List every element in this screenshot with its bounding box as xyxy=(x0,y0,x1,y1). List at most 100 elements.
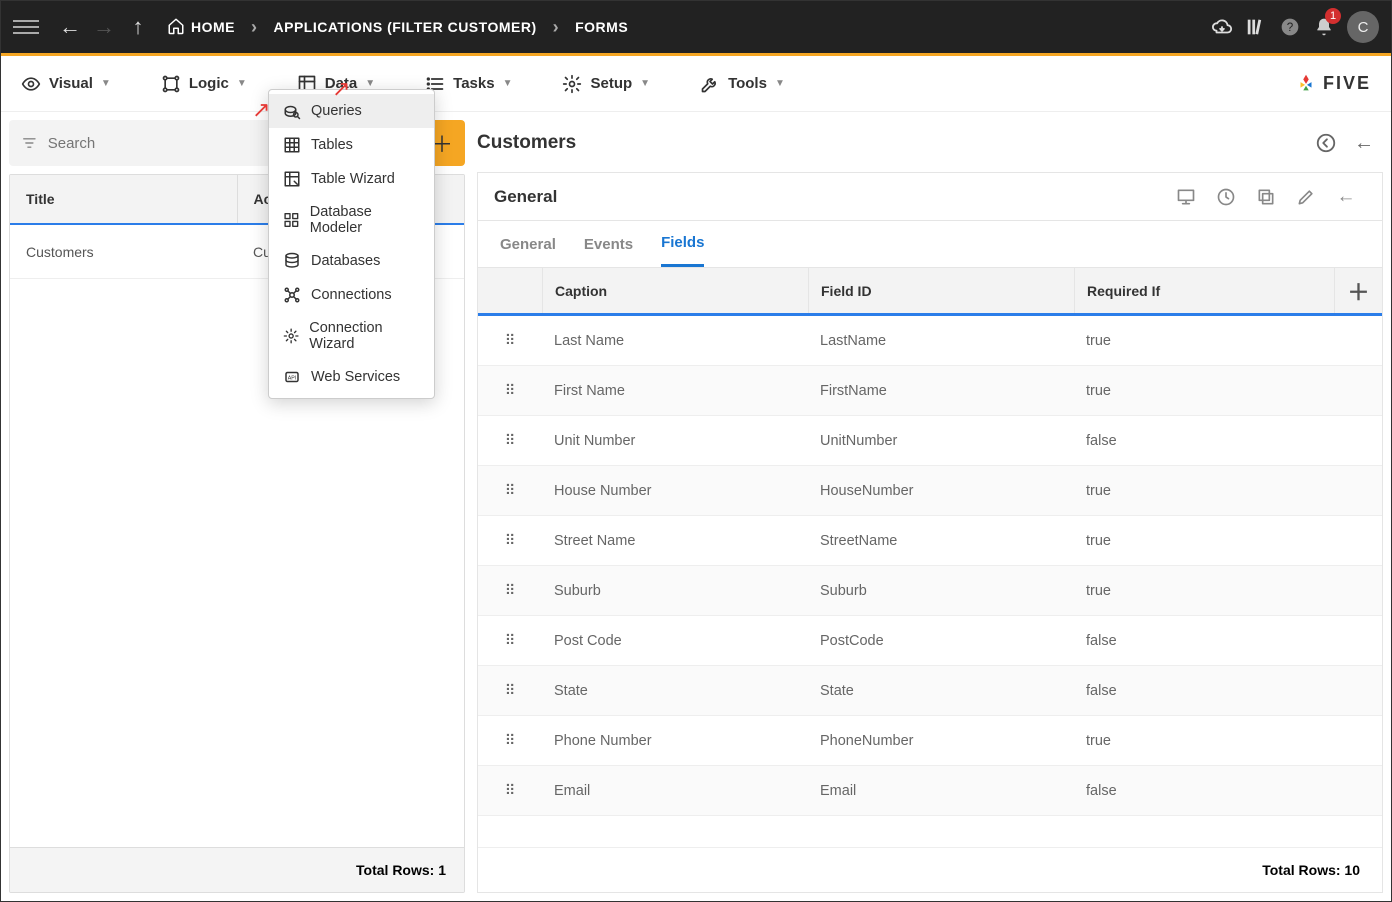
drag-handle-icon[interactable]: ⠿ xyxy=(478,733,542,749)
cloud-icon[interactable] xyxy=(1205,10,1239,44)
table-row[interactable]: ⠿House NumberHouseNumbertrue xyxy=(478,466,1382,516)
cell-required: false xyxy=(1074,433,1334,449)
help-icon[interactable]: ? xyxy=(1273,10,1307,44)
crumb-home[interactable]: HOME xyxy=(191,19,235,35)
avatar[interactable]: C xyxy=(1347,11,1379,43)
tab-fields[interactable]: Fields xyxy=(661,221,704,267)
tab-general[interactable]: General xyxy=(500,221,556,267)
copy-icon[interactable] xyxy=(1246,177,1286,217)
dropdown-database-modeler[interactable]: Database Modeler xyxy=(269,196,434,244)
cell-caption: State xyxy=(542,683,808,699)
back-arrow-icon[interactable]: ← xyxy=(1345,124,1383,162)
table-row[interactable]: ⠿StateStatefalse xyxy=(478,666,1382,716)
home-icon[interactable] xyxy=(167,17,185,38)
tabs: General Events Fields xyxy=(477,220,1383,267)
cell-required: true xyxy=(1074,483,1334,499)
cell-required: true xyxy=(1074,583,1334,599)
cell-required: false xyxy=(1074,783,1334,799)
section-title: General xyxy=(494,187,557,207)
col-fieldid[interactable]: Field ID xyxy=(808,268,1074,313)
hamburger-icon[interactable] xyxy=(13,14,39,40)
notification-badge: 1 xyxy=(1325,8,1341,24)
drag-handle-icon[interactable]: ⠿ xyxy=(478,533,542,549)
menu-label: Setup xyxy=(590,75,632,92)
chevron-right-icon: › xyxy=(251,17,258,38)
drag-handle-icon[interactable]: ⠿ xyxy=(478,783,542,799)
col-caption[interactable]: Caption xyxy=(542,268,808,313)
cell-caption: Suburb xyxy=(542,583,808,599)
menu-setup[interactable]: Setup▼ xyxy=(562,74,650,94)
table-row[interactable]: ⠿Phone NumberPhoneNumbertrue xyxy=(478,716,1382,766)
drag-handle-icon[interactable]: ⠿ xyxy=(478,583,542,599)
table-row[interactable]: ⠿SuburbSuburbtrue xyxy=(478,566,1382,616)
menu-logic[interactable]: Logic▼ xyxy=(161,74,247,94)
dropdown-web-services[interactable]: API Web Services xyxy=(269,360,434,394)
back-button[interactable]: ← xyxy=(53,14,87,40)
chevron-right-icon: › xyxy=(553,17,560,38)
dropdown-connection-wizard[interactable]: Connection Wizard xyxy=(269,312,434,360)
dropdown-tables[interactable]: Tables xyxy=(269,128,434,162)
dropdown-label: Web Services xyxy=(311,369,400,385)
menu-tools[interactable]: Tools▼ xyxy=(700,74,785,94)
cell-fieldid: StreetName xyxy=(808,533,1074,549)
display-icon[interactable] xyxy=(1166,177,1206,217)
crumb-applications[interactable]: APPLICATIONS (FILTER CUSTOMER) xyxy=(274,19,537,35)
dropdown-table-wizard[interactable]: Table Wizard xyxy=(269,162,434,196)
cell-fieldid: State xyxy=(808,683,1074,699)
cell-caption: Post Code xyxy=(542,633,808,649)
drag-handle-icon[interactable]: ⠿ xyxy=(478,633,542,649)
dropdown-label: Databases xyxy=(311,253,380,269)
cell-fieldid: LastName xyxy=(808,333,1074,349)
up-button[interactable]: ↑ xyxy=(121,14,155,40)
dropdown-label: Connection Wizard xyxy=(309,320,420,352)
table-row[interactable]: ⠿Post CodePostCodefalse xyxy=(478,616,1382,666)
library-icon[interactable] xyxy=(1239,10,1273,44)
tab-events[interactable]: Events xyxy=(584,221,633,267)
fields-table: Caption Field ID Required If ＋ ⠿Last Nam… xyxy=(477,267,1383,893)
dropdown-label: Queries xyxy=(311,103,362,119)
menu-visual[interactable]: Visual▼ xyxy=(21,74,111,94)
menu-tasks[interactable]: Tasks▼ xyxy=(425,74,512,94)
drag-handle-icon[interactable]: ⠿ xyxy=(478,433,542,449)
cell-required: true xyxy=(1074,383,1334,399)
drag-handle-icon[interactable]: ⠿ xyxy=(478,683,542,699)
topbar: ← → ↑ HOME › APPLICATIONS (FILTER CUSTOM… xyxy=(1,1,1391,53)
main-area: ＋ Title Action Customers Customers Total… xyxy=(1,112,1391,901)
cell-fieldid: Email xyxy=(808,783,1074,799)
crumb-forms[interactable]: FORMS xyxy=(575,19,628,35)
cell-caption: Phone Number xyxy=(542,733,808,749)
drag-handle-icon[interactable]: ⠿ xyxy=(478,483,542,499)
table-row[interactable]: ⠿Unit NumberUnitNumberfalse xyxy=(478,416,1382,466)
table-row[interactable]: ⠿Last NameLastNametrue xyxy=(478,316,1382,366)
cell-fieldid: FirstName xyxy=(808,383,1074,399)
svg-text:?: ? xyxy=(1287,21,1294,34)
menu-label: Logic xyxy=(189,75,229,92)
cell-required: false xyxy=(1074,633,1334,649)
history-icon[interactable] xyxy=(1206,177,1246,217)
cell-required: false xyxy=(1074,683,1334,699)
menu-label: Tools xyxy=(728,75,767,92)
dropdown-label: Table Wizard xyxy=(311,171,395,187)
back-arrow-icon[interactable]: ← xyxy=(1326,177,1366,217)
cell-caption: Street Name xyxy=(542,533,808,549)
edit-icon[interactable] xyxy=(1286,177,1326,217)
back-circle-icon[interactable] xyxy=(1307,124,1345,162)
dropdown-connections[interactable]: Connections xyxy=(269,278,434,312)
notification-bell-icon[interactable]: 1 xyxy=(1307,10,1341,44)
drag-handle-icon[interactable]: ⠿ xyxy=(478,333,542,349)
right-panel: Customers ← General ← Gener xyxy=(477,120,1383,893)
dropdown-queries[interactable]: Queries xyxy=(269,94,434,128)
drag-handle-icon[interactable]: ⠿ xyxy=(478,383,542,399)
col-title[interactable]: Title xyxy=(10,175,238,223)
dropdown-databases[interactable]: Databases xyxy=(269,244,434,278)
col-required[interactable]: Required If xyxy=(1074,268,1334,313)
add-field-button[interactable]: ＋ xyxy=(1334,268,1382,313)
table-row[interactable]: ⠿First NameFirstNametrue xyxy=(478,366,1382,416)
svg-text:API: API xyxy=(288,375,296,381)
dropdown-label: Connections xyxy=(311,287,392,303)
table-row[interactable]: ⠿EmailEmailfalse xyxy=(478,766,1382,816)
table-row[interactable]: ⠿Street NameStreetNametrue xyxy=(478,516,1382,566)
cell-fieldid: Suburb xyxy=(808,583,1074,599)
dropdown-label: Database Modeler xyxy=(310,204,420,236)
cell-required: true xyxy=(1074,733,1334,749)
